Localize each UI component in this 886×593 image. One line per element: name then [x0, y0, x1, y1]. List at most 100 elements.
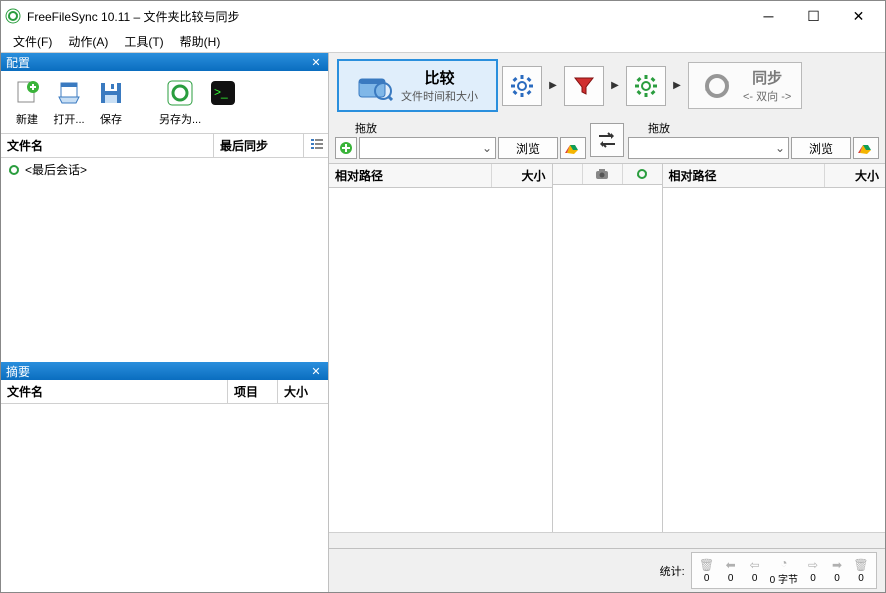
menu-file[interactable]: 文件(F) [5, 31, 60, 52]
dropdown-icon[interactable]: ⌄ [479, 141, 495, 155]
menu-action[interactable]: 动作(A) [60, 31, 116, 52]
summary-col-filename[interactable]: 文件名 [1, 380, 228, 403]
summary-panel-close-icon[interactable]: ✕ [309, 364, 323, 378]
compare-grid: 相对路径 大小 相对路径 [329, 163, 885, 532]
compare-title: 比较 [424, 67, 454, 88]
open-label: 打开... [53, 111, 84, 127]
cloud-right-button[interactable] [853, 137, 879, 159]
svg-text:>_: >_ [214, 85, 228, 99]
close-button[interactable]: ✕ [836, 2, 881, 30]
config-grid-header: 文件名 最后同步 [1, 133, 328, 158]
horizontal-scrollbar[interactable] [329, 532, 885, 548]
menubar: 文件(F) 动作(A) 工具(T) 帮助(H) [1, 31, 885, 53]
summary-panel-title: 摘要 [6, 363, 30, 380]
new-icon [11, 77, 43, 109]
drag-label-left: 拖放 [335, 120, 586, 137]
grid-body-left[interactable] [329, 188, 552, 532]
col-size-right[interactable]: 大小 [825, 164, 885, 187]
sync-subtitle: <- 双向 -> [743, 88, 791, 104]
delete-right-icon: 🗑 [853, 557, 869, 573]
main-toolbar: 比较 文件时间和大小 ▶ ▶ ▶ 同步 <- [329, 53, 885, 118]
open-button[interactable]: 打开... [49, 75, 89, 129]
gear-green-icon [634, 74, 658, 98]
saveas-batch-button[interactable]: >_ [203, 75, 243, 129]
compare-subtitle: 文件时间和大小 [401, 88, 478, 104]
compare-settings-dropdown[interactable]: ▶ [546, 66, 560, 106]
dropdown-icon[interactable]: ⌄ [772, 141, 788, 155]
grid-body-mid[interactable] [553, 185, 662, 532]
titlebar: FreeFileSync 10.11 – 文件夹比较与同步 ─ ☐ ✕ [1, 1, 885, 31]
compare-icon [357, 70, 393, 102]
config-row-lastsession[interactable]: <最后会话> [1, 158, 328, 181]
col-relpath-right[interactable]: 相对路径 [663, 164, 826, 187]
config-toolbar: 新建 打开... 保存 另存为... [1, 71, 328, 133]
summary-panel-header: 摘要 ✕ [1, 362, 328, 380]
action-icon[interactable] [623, 164, 662, 184]
sync-button[interactable]: 同步 <- 双向 -> [688, 62, 802, 109]
swap-icon [596, 129, 618, 151]
summary-col-size[interactable]: 大小 [278, 380, 328, 403]
summary-grid-header: 文件名 项目 大小 [1, 380, 328, 404]
add-pair-button[interactable] [335, 137, 357, 159]
right-path-input[interactable]: ⌄ [628, 137, 789, 159]
browse-right-button[interactable]: 浏览 [791, 137, 851, 159]
window-title: FreeFileSync 10.11 – 文件夹比较与同步 [27, 8, 746, 25]
drag-label-right: 拖放 [628, 120, 879, 137]
app-icon [5, 8, 21, 24]
filter-dropdown[interactable]: ▶ [608, 66, 622, 106]
statusbar: 统计: 🗑0 ⬅0 ⇦0 ◔0 字节 ⇨0 ➡0 🗑0 [329, 548, 885, 592]
config-col-details-icon[interactable] [304, 134, 328, 157]
update-left-icon: ⬅ [723, 557, 739, 573]
cloud-left-button[interactable] [560, 137, 586, 159]
left-path-input[interactable]: ⌄ [359, 137, 496, 159]
menu-tools[interactable]: 工具(T) [116, 31, 171, 52]
gear-blue-icon [510, 74, 534, 98]
config-col-filename[interactable]: 文件名 [1, 134, 214, 157]
open-icon [53, 77, 85, 109]
sync-settings-dropdown[interactable]: ▶ [670, 66, 684, 106]
filter-button[interactable] [564, 66, 604, 106]
create-right-icon: ⇨ [805, 557, 821, 573]
col-relpath-left[interactable]: 相对路径 [329, 164, 492, 187]
save-label: 保存 [100, 111, 122, 127]
sync-save-icon [164, 77, 196, 109]
maximize-button[interactable]: ☐ [791, 2, 836, 30]
sync-settings-button[interactable] [626, 66, 666, 106]
stats-label: 统计: [660, 563, 685, 579]
config-list[interactable]: <最后会话> [1, 158, 328, 362]
sync-icon [7, 163, 21, 177]
config-col-lastsync[interactable]: 最后同步 [214, 134, 304, 157]
cloud-icon [564, 141, 582, 155]
config-row-label: <最后会话> [25, 161, 87, 178]
compare-button[interactable]: 比较 文件时间和大小 [337, 59, 498, 112]
config-panel-close-icon[interactable]: ✕ [309, 55, 323, 69]
update-right-icon: ➡ [829, 557, 845, 573]
summary-col-items[interactable]: 项目 [228, 380, 278, 403]
save-button[interactable]: 保存 [91, 75, 131, 129]
col-size-left[interactable]: 大小 [492, 164, 552, 187]
cloud-icon [857, 141, 875, 155]
batch-icon: >_ [207, 77, 239, 109]
data-icon: ◔ [776, 555, 792, 571]
stats-panel: 🗑0 ⬅0 ⇦0 ◔0 字节 ⇨0 ➡0 🗑0 [691, 552, 877, 589]
save-icon [95, 77, 127, 109]
delete-left-icon: 🗑 [699, 557, 715, 573]
compare-settings-button[interactable] [502, 66, 542, 106]
minimize-button[interactable]: ─ [746, 2, 791, 30]
config-panel-title: 配置 [6, 54, 30, 71]
category-icon[interactable] [583, 164, 623, 184]
new-label: 新建 [16, 111, 38, 127]
sync-title: 同步 [752, 67, 782, 88]
summary-grid[interactable] [1, 404, 328, 592]
swap-sides-button[interactable] [590, 123, 624, 157]
grid-body-right[interactable] [663, 188, 886, 532]
saveas-sync-button[interactable]: 另存为... [155, 75, 205, 129]
sync-big-icon [699, 70, 735, 102]
browse-left-button[interactable]: 浏览 [498, 137, 558, 159]
saveas-label: 另存为... [159, 111, 201, 127]
new-button[interactable]: 新建 [7, 75, 47, 129]
menu-help[interactable]: 帮助(H) [172, 31, 229, 52]
create-left-icon: ⇦ [747, 557, 763, 573]
funnel-icon [572, 74, 596, 98]
path-row: 拖放 ⌄ 浏览 拖放 ⌄ 浏览 [329, 118, 885, 163]
